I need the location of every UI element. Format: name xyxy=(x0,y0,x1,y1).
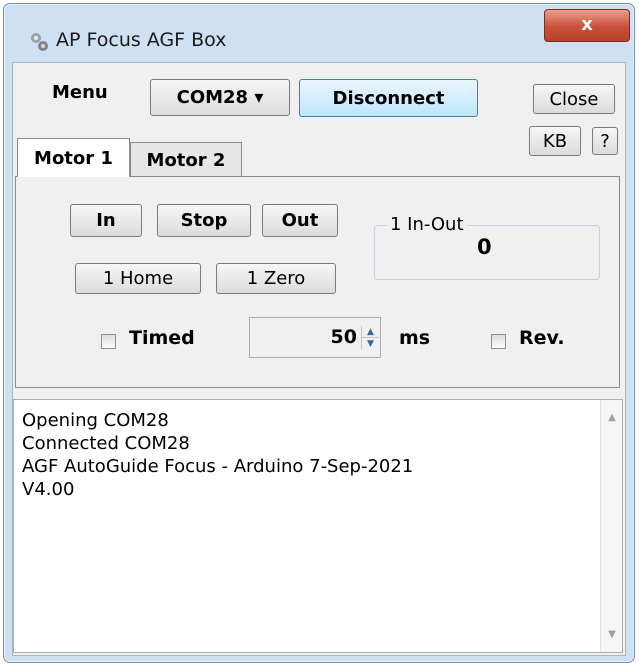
log-line: V4.00 xyxy=(22,479,75,500)
log-line: Connected COM28 xyxy=(22,433,190,454)
window-close-button[interactable]: x xyxy=(544,9,630,42)
scroll-up-icon[interactable]: ▲ xyxy=(601,412,623,423)
in-button[interactable]: In xyxy=(70,204,142,237)
close-button[interactable]: Close xyxy=(533,84,615,114)
tab-motor-1[interactable]: Motor 1 xyxy=(17,138,130,177)
window-title: AP Focus AGF Box xyxy=(56,29,227,51)
log-textbox[interactable]: Opening COM28 Connected COM28 AGF AutoGu… xyxy=(13,399,623,653)
app-icon xyxy=(31,33,48,51)
tab-motor-2[interactable]: Motor 2 xyxy=(130,142,242,177)
timed-label: Timed xyxy=(129,327,195,349)
app-window: AP Focus AGF Box x Menu COM28 ▾ Disconne… xyxy=(3,3,635,663)
log-line: Opening COM28 xyxy=(22,410,169,431)
help-button[interactable]: ? xyxy=(592,127,618,155)
inout-group-label: 1 In-Out xyxy=(387,214,467,235)
spin-down-icon[interactable]: ▼ xyxy=(362,338,379,350)
ms-spinner[interactable]: 50 ▲ ▼ xyxy=(249,317,381,358)
inout-group: 1 In-Out 0 xyxy=(374,214,600,280)
title-bar[interactable]: AP Focus AGF Box x xyxy=(4,4,634,62)
timed-checkbox[interactable] xyxy=(101,334,116,349)
home-button[interactable]: 1 Home xyxy=(75,263,201,294)
ms-spinner-arrows[interactable]: ▲ ▼ xyxy=(361,326,379,349)
motor-tab-panel: In Stop Out 1 Home 1 Zero 1 In-Out 0 Tim… xyxy=(15,176,620,388)
menu-label[interactable]: Menu xyxy=(52,82,108,103)
rev-label: Rev. xyxy=(519,327,565,349)
ms-label: ms xyxy=(399,327,431,349)
out-button[interactable]: Out xyxy=(262,204,338,237)
port-select[interactable]: COM28 ▾ xyxy=(150,79,290,116)
scroll-down-icon[interactable]: ▼ xyxy=(601,629,623,640)
kb-button[interactable]: KB xyxy=(529,126,581,156)
log-scrollbar[interactable]: ▲ ▼ xyxy=(600,400,622,652)
client-area: Menu COM28 ▾ Disconnect Close KB ? Motor… xyxy=(12,62,626,656)
rev-checkbox[interactable] xyxy=(491,334,506,349)
zero-button[interactable]: 1 Zero xyxy=(216,263,336,294)
log-lines: Opening COM28 Connected COM28 AGF AutoGu… xyxy=(14,400,622,501)
log-line: AGF AutoGuide Focus - Arduino 7-Sep-2021 xyxy=(22,456,414,477)
disconnect-button[interactable]: Disconnect xyxy=(299,79,478,117)
spin-up-icon[interactable]: ▲ xyxy=(362,326,379,338)
stop-button[interactable]: Stop xyxy=(157,204,251,237)
inout-value: 0 xyxy=(477,235,492,259)
ms-value[interactable]: 50 xyxy=(331,326,357,348)
